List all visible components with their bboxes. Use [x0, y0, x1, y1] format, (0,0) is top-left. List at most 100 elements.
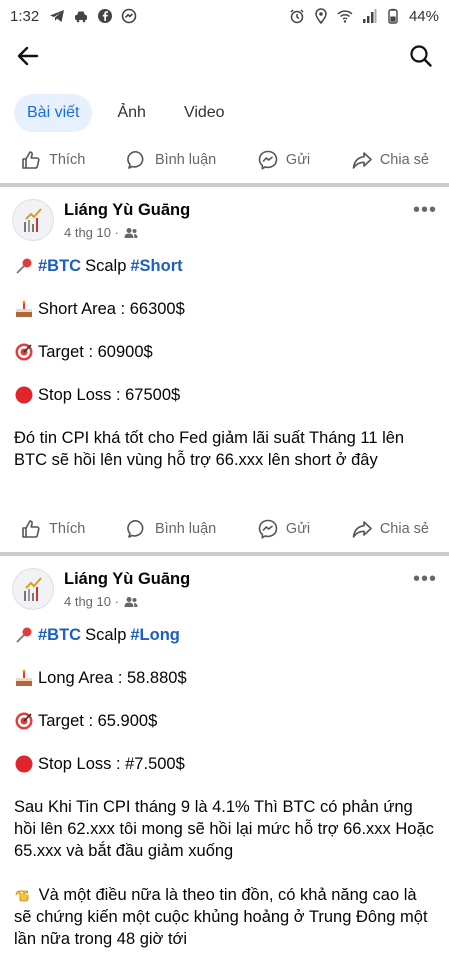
facebook-icon [98, 9, 113, 23]
send-label: Gửi [285, 521, 311, 537]
post-body: #BTC Scalp #Long Long Area : 58.880$ Tar… [0, 624, 449, 950]
like-button[interactable]: Thích [20, 518, 85, 540]
feed-divider [0, 183, 449, 187]
area-line: Long Area : 58.880$ [14, 667, 435, 689]
target-line: Target : 60900$ [14, 341, 435, 363]
post-card: Liáng Yù Guāng 4 thg 10 · ••• #BTC Scalp… [0, 564, 449, 950]
send-label: Gửi [285, 152, 311, 168]
cake-icon [16, 669, 32, 686]
target-icon [15, 712, 33, 730]
friends-icon [124, 596, 138, 607]
more-options-icon[interactable]: ••• [413, 568, 437, 591]
chart-avatar-icon [24, 208, 42, 232]
comment-icon [127, 520, 144, 538]
share-button[interactable]: Chia sẻ [351, 149, 429, 171]
target-value: Target : 65.900$ [38, 712, 158, 730]
share-label: Chia sẻ [379, 152, 429, 168]
action-bar-top: Thích Bình luận Gửi Chia sẻ [0, 141, 449, 179]
post-text: Đó tin CPI khá tốt cho Fed giảm lãi suất… [14, 429, 405, 469]
stop-loss-value: Stop Loss : #7.500$ [38, 755, 185, 773]
post-header: Liáng Yù Guāng 4 thg 10 · ••• [0, 564, 449, 624]
friends-icon [124, 227, 138, 238]
status-bar: 1:32 44% [0, 0, 449, 32]
comment-label: Bình luận [154, 152, 217, 168]
hashtag-btc[interactable]: #BTC [38, 624, 81, 646]
post-text-2: Và một điều nữa là theo tin đồn, có khả … [14, 886, 428, 948]
like-icon [22, 151, 40, 169]
tab-posts[interactable]: Bài viết [14, 94, 93, 132]
send-button[interactable]: Gửi [257, 518, 310, 540]
signal-icon [362, 9, 377, 23]
post-date[interactable]: 4 thg 10 · [64, 225, 119, 240]
avatar[interactable] [12, 568, 54, 610]
cake-icon [16, 300, 32, 317]
post-tags-line: #BTC Scalp #Short [14, 255, 435, 277]
target-value: Target : 60900$ [38, 343, 153, 361]
scalp-label: Scalp [85, 626, 127, 644]
like-icon [22, 520, 40, 538]
app-header [0, 34, 449, 78]
hashtag-direction[interactable]: #Short [130, 255, 182, 277]
action-bar-post-1: Thích Bình luận Gửi Chia sẻ [0, 510, 449, 548]
wifi-icon [337, 10, 353, 23]
stop-loss-value: Stop Loss : 67500$ [38, 386, 181, 404]
red-circle-icon [15, 755, 33, 773]
post-text: Sau Khi Tin CPI tháng 9 là 4.1% Thì BTC … [14, 798, 434, 860]
messenger-status-icon [121, 8, 137, 24]
pushpin-icon [16, 627, 32, 643]
entry-area: Long Area : 58.880$ [38, 669, 187, 687]
target-icon [15, 343, 33, 361]
battery-icon [388, 8, 398, 24]
share-icon [352, 521, 372, 538]
author-name[interactable]: Liáng Yù Guāng [64, 201, 190, 220]
car-icon [75, 11, 88, 23]
scalp-label: Scalp [85, 257, 127, 275]
stop-line: Stop Loss : #7.500$ [14, 753, 435, 775]
area-line: Short Area : 66300$ [14, 298, 435, 320]
tab-photos[interactable]: Ảnh [104, 94, 158, 132]
comment-button[interactable]: Bình luận [126, 149, 216, 171]
location-icon [315, 8, 327, 24]
post-card: Liáng Yù Guāng 4 thg 10 · ••• #BTC Scalp… [0, 195, 449, 471]
search-icon [410, 45, 432, 67]
chart-avatar-icon [24, 577, 42, 601]
pointing-hand-icon [15, 890, 29, 902]
feed-divider [0, 552, 449, 556]
like-label: Thích [49, 521, 86, 537]
telegram-icon [50, 10, 65, 22]
messenger-icon [258, 519, 278, 539]
more-options-icon[interactable]: ••• [413, 199, 437, 222]
pushpin-icon [16, 258, 32, 274]
battery-percent: 44% [408, 7, 439, 25]
back-button[interactable] [12, 40, 44, 72]
post-date[interactable]: 4 thg 10 · [64, 594, 119, 609]
red-circle-icon [15, 386, 33, 404]
post-meta: 4 thg 10 · [64, 225, 190, 240]
post-body: #BTC Scalp #Short Short Area : 66300$ Ta… [0, 255, 449, 471]
like-label: Thích [49, 152, 86, 168]
post-tags-line: #BTC Scalp #Long [14, 624, 435, 646]
post-meta: 4 thg 10 · [64, 594, 190, 609]
messenger-icon [258, 150, 278, 170]
tabs: Bài viết Ảnh Video [0, 90, 449, 136]
tab-video[interactable]: Video [171, 94, 238, 132]
comment-icon [127, 151, 144, 169]
like-button[interactable]: Thích [20, 149, 85, 171]
post-header: Liáng Yù Guāng 4 thg 10 · ••• [0, 195, 449, 255]
share-icon [352, 152, 372, 169]
search-button[interactable] [405, 40, 437, 72]
post-text-2-wrap: Và một điều nữa là theo tin đồn, có khả … [14, 883, 435, 950]
send-button[interactable]: Gửi [257, 149, 310, 171]
entry-area: Short Area : 66300$ [38, 300, 185, 318]
comment-button[interactable]: Bình luận [126, 518, 216, 540]
avatar[interactable] [12, 199, 54, 241]
status-time: 1:32 [10, 7, 40, 25]
hashtag-btc[interactable]: #BTC [38, 255, 81, 277]
share-button[interactable]: Chia sẻ [351, 518, 429, 540]
alarm-icon [290, 9, 304, 24]
comment-label: Bình luận [154, 521, 217, 537]
author-name[interactable]: Liáng Yù Guāng [64, 570, 190, 589]
back-arrow-icon [17, 46, 39, 66]
stop-line: Stop Loss : 67500$ [14, 384, 435, 406]
hashtag-direction[interactable]: #Long [130, 624, 180, 646]
